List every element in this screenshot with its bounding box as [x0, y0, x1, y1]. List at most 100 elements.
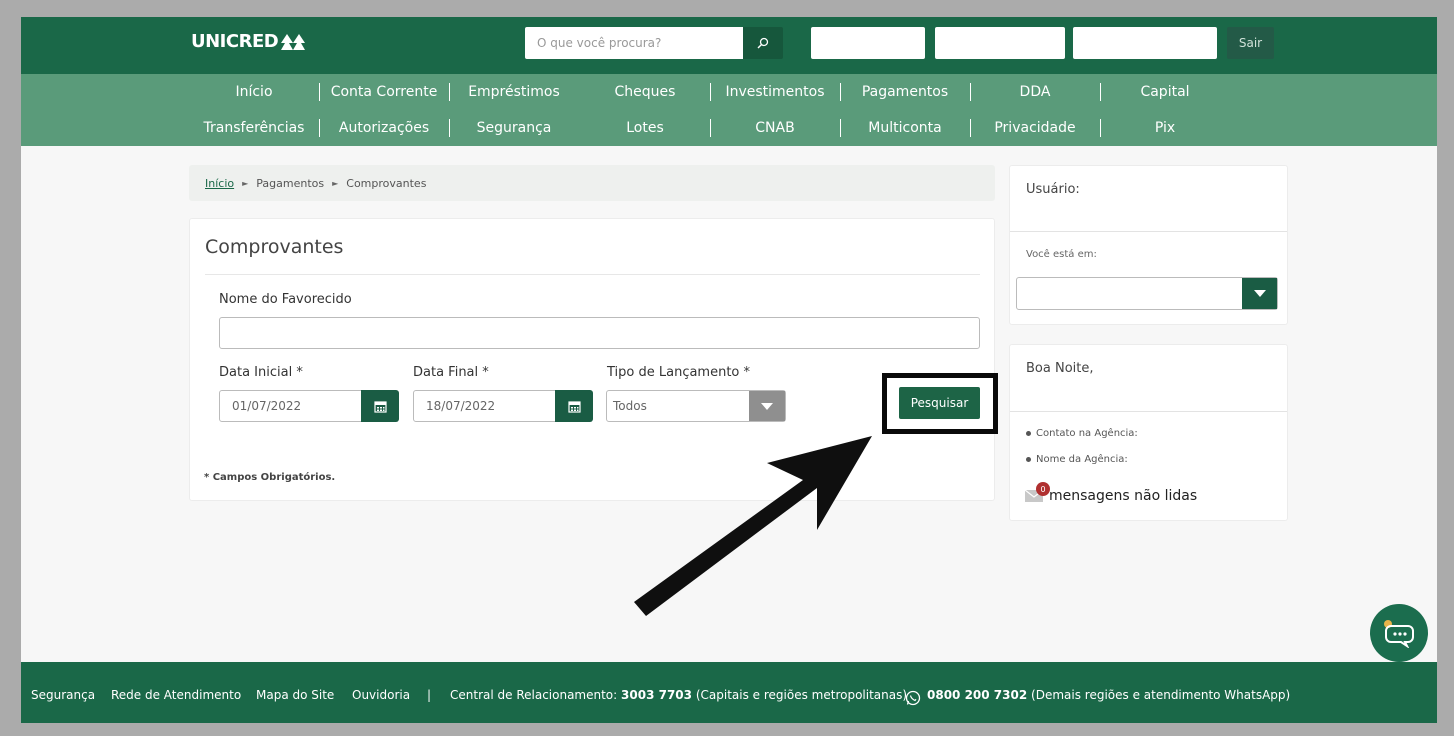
unread-messages-label: mensagens não lidas: [1049, 488, 1198, 504]
whatsapp-icon: [905, 690, 921, 706]
nav-investimentos[interactable]: Investimentos: [710, 82, 840, 102]
tree-logo-icon: [281, 33, 306, 50]
required-fields-note: * Campos Obrigatórios.: [204, 472, 336, 483]
unread-messages-link[interactable]: 0 mensagens não lidas: [1025, 482, 1198, 504]
bullet-icon: [1026, 457, 1031, 462]
chevron-down-icon[interactable]: [1242, 278, 1277, 309]
breadcrumb: Início ► Pagamentos ► Comprovantes: [189, 165, 995, 201]
nav-divider: [449, 83, 450, 101]
nav-divider: [319, 119, 320, 137]
page-title: Comprovantes: [205, 236, 344, 258]
calendar-icon: [373, 400, 387, 413]
nome-favorecido-input[interactable]: [219, 317, 980, 349]
data-final-calendar-button[interactable]: [555, 390, 593, 422]
whatsapp-phone: 0800 200 7302: [927, 688, 1028, 702]
nav-divider: [1100, 83, 1101, 101]
data-inicial-input[interactable]: 01/07/2022: [219, 390, 362, 422]
unicred-logo[interactable]: UNICRED: [191, 31, 307, 52]
data-inicial-calendar-button[interactable]: [361, 390, 399, 422]
footer-divider: |: [427, 688, 432, 702]
data-final-label: Data Final *: [413, 365, 489, 380]
footer-link-mapa-site[interactable]: Mapa do Site: [256, 688, 334, 702]
chevron-down-icon[interactable]: [749, 391, 785, 421]
user-card: Usuário: Você está em:: [1009, 165, 1288, 325]
tipo-lancamento-value: Todos: [613, 399, 647, 413]
nav-divider: [710, 119, 711, 137]
nav-pagamentos[interactable]: Pagamentos: [840, 82, 970, 102]
footer-link-seguranca[interactable]: Segurança: [31, 688, 95, 702]
footer: Segurança Rede de Atendimento Mapa do Si…: [21, 662, 1437, 723]
unread-count-badge: 0: [1036, 482, 1050, 496]
greeting-card: Boa Noite, Contato na Agência: Nome da A…: [1009, 344, 1288, 521]
search-icon: [757, 37, 769, 49]
contato-agencia-line: Contato na Agência:: [1026, 428, 1138, 439]
data-inicial-label: Data Inicial *: [219, 365, 303, 380]
nav-divider: [319, 83, 320, 101]
logo-text: UNICRED: [191, 31, 279, 52]
account-select[interactable]: [1016, 277, 1278, 310]
greeting-text: Boa Noite,: [1026, 361, 1094, 376]
top-header: UNICRED O que você procura? Sair: [21, 17, 1437, 74]
account-field[interactable]: [935, 27, 1065, 59]
central-relacionamento: Central de Relacionamento: 3003 7703 (Ca…: [450, 688, 907, 702]
footer-link-ouvidoria[interactable]: Ouvidoria: [352, 688, 410, 702]
nav-emprestimos[interactable]: Empréstimos: [449, 82, 579, 102]
nav-transferencias[interactable]: Transferências: [189, 118, 319, 138]
breadcrumb-current: Comprovantes: [346, 176, 427, 190]
nome-favorecido-label: Nome do Favorecido: [219, 292, 352, 307]
nav-divider: [449, 119, 450, 137]
logout-button[interactable]: Sair: [1227, 27, 1274, 59]
card-divider: [1010, 231, 1287, 232]
nome-agencia-label: Nome da Agência:: [1036, 454, 1128, 465]
voce-esta-em-label: Você está em:: [1026, 249, 1097, 260]
user-field[interactable]: [1073, 27, 1217, 59]
nav-autorizacoes[interactable]: Autorizações: [319, 118, 449, 138]
breadcrumb-separator-icon: ►: [332, 178, 339, 188]
nav-divider: [840, 83, 841, 101]
nav-inicio[interactable]: Início: [189, 82, 319, 102]
pesquisar-button[interactable]: Pesquisar: [899, 387, 980, 419]
nav-conta-corrente[interactable]: Conta Corrente: [319, 82, 449, 102]
search-button[interactable]: [743, 27, 783, 59]
tipo-lancamento-label: Tipo de Lançamento *: [607, 365, 751, 380]
agency-field[interactable]: [811, 27, 925, 59]
card-divider: [1010, 411, 1287, 412]
breadcrumb-separator-icon: ►: [242, 178, 249, 188]
search-input[interactable]: O que você procura?: [525, 27, 743, 59]
nav-multiconta[interactable]: Multiconta: [840, 118, 970, 138]
nav-privacidade[interactable]: Privacidade: [970, 118, 1100, 138]
whatsapp-contact: 0800 200 7302 (Demais regiões e atendime…: [927, 688, 1290, 702]
nav-seguranca[interactable]: Segurança: [449, 118, 579, 138]
central-label: Central de Relacionamento:: [450, 688, 618, 702]
nav-divider: [710, 83, 711, 101]
chat-button[interactable]: [1370, 604, 1428, 662]
contato-agencia-label: Contato na Agência:: [1036, 428, 1138, 439]
chat-icon: [1384, 620, 1414, 648]
footer-link-rede-atendimento[interactable]: Rede de Atendimento: [111, 688, 241, 702]
breadcrumb-pagamentos[interactable]: Pagamentos: [256, 177, 324, 190]
user-label: Usuário:: [1026, 182, 1080, 197]
nav-dda[interactable]: DDA: [970, 82, 1100, 102]
breadcrumb-inicio-link[interactable]: Início: [205, 177, 234, 190]
main-nav: Início Conta Corrente Empréstimos Cheque…: [21, 74, 1437, 146]
nav-divider: [970, 83, 971, 101]
nav-divider: [970, 119, 971, 137]
central-phone: 3003 7703: [621, 688, 693, 702]
nav-divider: [840, 119, 841, 137]
calendar-icon: [567, 400, 581, 413]
central-desc: (Capitais e regiões metropolitanas): [695, 688, 908, 702]
nav-divider: [1100, 119, 1101, 137]
browser-viewport: UNICRED O que você procura? Sair Início …: [21, 17, 1437, 723]
whatsapp-desc: (Demais regiões e atendimento WhatsApp): [1031, 688, 1291, 702]
comprovantes-card: Comprovantes Nome do Favorecido Data Ini…: [189, 218, 995, 501]
nav-lotes[interactable]: Lotes: [580, 118, 710, 138]
title-divider: [205, 274, 980, 275]
tipo-lancamento-select[interactable]: Todos: [606, 390, 786, 422]
nome-agencia-line: Nome da Agência:: [1026, 454, 1128, 465]
data-final-input[interactable]: 18/07/2022: [413, 390, 556, 422]
nav-capital[interactable]: Capital: [1100, 82, 1230, 102]
nav-cheques[interactable]: Cheques: [580, 82, 710, 102]
bullet-icon: [1026, 431, 1031, 436]
nav-cnab[interactable]: CNAB: [710, 118, 840, 138]
nav-pix[interactable]: Pix: [1100, 118, 1230, 138]
